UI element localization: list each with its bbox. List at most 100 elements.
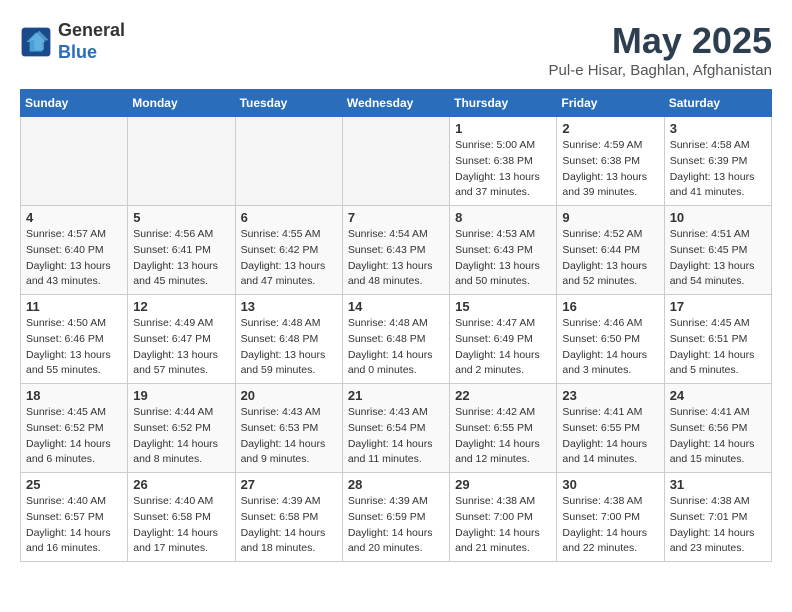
day-number: 12 [133, 299, 229, 314]
weekday-header-row: SundayMondayTuesdayWednesdayThursdayFrid… [21, 90, 772, 117]
calendar-day-cell: 31 Sunrise: 4:38 AM Sunset: 7:01 PM Dayli… [664, 473, 771, 562]
day-info: Sunrise: 4:46 AM Sunset: 6:50 PM Dayligh… [562, 316, 658, 379]
calendar-day-cell: 14 Sunrise: 4:48 AM Sunset: 6:48 PM Dayli… [342, 295, 449, 384]
calendar-title: May 2025 [549, 20, 772, 62]
day-number: 5 [133, 210, 229, 225]
day-number: 18 [26, 388, 122, 403]
calendar-day-cell: 16 Sunrise: 4:46 AM Sunset: 6:50 PM Dayli… [557, 295, 664, 384]
day-info: Sunrise: 4:45 AM Sunset: 6:51 PM Dayligh… [670, 316, 766, 379]
day-number: 3 [670, 121, 766, 136]
weekday-header: Friday [557, 90, 664, 117]
weekday-header: Wednesday [342, 90, 449, 117]
logo-icon [20, 26, 52, 58]
calendar-week-row: 18Sunrise: 4:45 AM Sunset: 6:52 PM Dayli… [21, 384, 772, 473]
day-number: 9 [562, 210, 658, 225]
day-number: 4 [26, 210, 122, 225]
day-number: 21 [348, 388, 444, 403]
day-number: 17 [670, 299, 766, 314]
calendar-day-cell: 19 Sunrise: 4:44 AM Sunset: 6:52 PM Dayli… [128, 384, 235, 473]
calendar-day-cell: 23 Sunrise: 4:41 AM Sunset: 6:55 PM Dayli… [557, 384, 664, 473]
day-info: Sunrise: 4:48 AM Sunset: 6:48 PM Dayligh… [348, 316, 444, 379]
day-info: Sunrise: 4:39 AM Sunset: 6:58 PM Dayligh… [241, 494, 337, 557]
calendar-day-cell [128, 117, 235, 206]
calendar-day-cell: 26 Sunrise: 4:40 AM Sunset: 6:58 PM Dayli… [128, 473, 235, 562]
day-number: 22 [455, 388, 551, 403]
day-info: Sunrise: 4:55 AM Sunset: 6:42 PM Dayligh… [241, 227, 337, 290]
day-number: 13 [241, 299, 337, 314]
calendar-day-cell: 7Sunrise: 4:54 AM Sunset: 6:43 PM Daylig… [342, 206, 449, 295]
day-info: Sunrise: 4:52 AM Sunset: 6:44 PM Dayligh… [562, 227, 658, 290]
calendar-day-cell: 25Sunrise: 4:40 AM Sunset: 6:57 PM Dayli… [21, 473, 128, 562]
day-number: 19 [133, 388, 229, 403]
day-info: Sunrise: 4:44 AM Sunset: 6:52 PM Dayligh… [133, 405, 229, 468]
calendar-day-cell: 12 Sunrise: 4:49 AM Sunset: 6:47 PM Dayli… [128, 295, 235, 384]
day-number: 29 [455, 477, 551, 492]
day-info: Sunrise: 4:38 AM Sunset: 7:00 PM Dayligh… [455, 494, 551, 557]
day-info: Sunrise: 4:49 AM Sunset: 6:47 PM Dayligh… [133, 316, 229, 379]
logo-text: General Blue [58, 20, 125, 63]
day-info: Sunrise: 4:43 AM Sunset: 6:53 PM Dayligh… [241, 405, 337, 468]
day-info: Sunrise: 4:40 AM Sunset: 6:58 PM Dayligh… [133, 494, 229, 557]
day-info: Sunrise: 4:56 AM Sunset: 6:41 PM Dayligh… [133, 227, 229, 290]
day-info: Sunrise: 4:39 AM Sunset: 6:59 PM Dayligh… [348, 494, 444, 557]
logo: General Blue [20, 20, 125, 63]
weekday-header: Saturday [664, 90, 771, 117]
calendar-day-cell [235, 117, 342, 206]
day-number: 14 [348, 299, 444, 314]
weekday-header: Thursday [450, 90, 557, 117]
calendar-day-cell: 15 Sunrise: 4:47 AM Sunset: 6:49 PM Dayli… [450, 295, 557, 384]
day-info: Sunrise: 4:59 AM Sunset: 6:38 PM Dayligh… [562, 138, 658, 201]
day-number: 15 [455, 299, 551, 314]
day-info: Sunrise: 4:50 AM Sunset: 6:46 PM Dayligh… [26, 316, 122, 379]
day-info: Sunrise: 4:41 AM Sunset: 6:55 PM Dayligh… [562, 405, 658, 468]
logo-blue: Blue [58, 42, 125, 64]
calendar-day-cell: 11 Sunrise: 4:50 AM Sunset: 6:46 PM Dayli… [21, 295, 128, 384]
day-number: 26 [133, 477, 229, 492]
day-info: Sunrise: 4:41 AM Sunset: 6:56 PM Dayligh… [670, 405, 766, 468]
calendar-header: SundayMondayTuesdayWednesdayThursdayFrid… [21, 90, 772, 117]
calendar-day-cell [21, 117, 128, 206]
day-number: 6 [241, 210, 337, 225]
day-number: 23 [562, 388, 658, 403]
calendar-day-cell: 6 Sunrise: 4:55 AM Sunset: 6:42 PM Daylig… [235, 206, 342, 295]
calendar-week-row: 11 Sunrise: 4:50 AM Sunset: 6:46 PM Dayli… [21, 295, 772, 384]
day-info: Sunrise: 4:42 AM Sunset: 6:55 PM Dayligh… [455, 405, 551, 468]
day-number: 7 [348, 210, 444, 225]
calendar-day-cell: 3 Sunrise: 4:58 AM Sunset: 6:39 PM Daylig… [664, 117, 771, 206]
day-number: 2 [562, 121, 658, 136]
day-number: 16 [562, 299, 658, 314]
weekday-header: Sunday [21, 90, 128, 117]
day-info: Sunrise: 4:58 AM Sunset: 6:39 PM Dayligh… [670, 138, 766, 201]
calendar-day-cell: 24 Sunrise: 4:41 AM Sunset: 6:56 PM Dayli… [664, 384, 771, 473]
day-info: Sunrise: 4:51 AM Sunset: 6:45 PM Dayligh… [670, 227, 766, 290]
day-number: 28 [348, 477, 444, 492]
calendar-day-cell: 22 Sunrise: 4:42 AM Sunset: 6:55 PM Dayli… [450, 384, 557, 473]
day-number: 8 [455, 210, 551, 225]
title-block: May 2025 Pul-e Hisar, Baghlan, Afghanist… [549, 20, 772, 79]
calendar-week-row: 1Sunrise: 5:00 AM Sunset: 6:38 PM Daylig… [21, 117, 772, 206]
day-number: 10 [670, 210, 766, 225]
calendar-table: SundayMondayTuesdayWednesdayThursdayFrid… [20, 89, 772, 562]
day-number: 31 [670, 477, 766, 492]
day-info: Sunrise: 4:53 AM Sunset: 6:43 PM Dayligh… [455, 227, 551, 290]
calendar-day-cell: 13Sunrise: 4:48 AM Sunset: 6:48 PM Dayli… [235, 295, 342, 384]
day-info: Sunrise: 4:47 AM Sunset: 6:49 PM Dayligh… [455, 316, 551, 379]
logo-general: General [58, 20, 125, 42]
calendar-week-row: 4Sunrise: 4:57 AM Sunset: 6:40 PM Daylig… [21, 206, 772, 295]
page-header: General Blue May 2025 Pul-e Hisar, Baghl… [20, 20, 772, 79]
day-info: Sunrise: 4:38 AM Sunset: 7:00 PM Dayligh… [562, 494, 658, 557]
calendar-day-cell: 10 Sunrise: 4:51 AM Sunset: 6:45 PM Dayli… [664, 206, 771, 295]
weekday-header: Tuesday [235, 90, 342, 117]
calendar-day-cell: 2 Sunrise: 4:59 AM Sunset: 6:38 PM Daylig… [557, 117, 664, 206]
calendar-day-cell: 29 Sunrise: 4:38 AM Sunset: 7:00 PM Dayli… [450, 473, 557, 562]
calendar-location: Pul-e Hisar, Baghlan, Afghanistan [549, 62, 772, 79]
day-number: 11 [26, 299, 122, 314]
day-info: Sunrise: 4:38 AM Sunset: 7:01 PM Dayligh… [670, 494, 766, 557]
calendar-day-cell [342, 117, 449, 206]
day-number: 1 [455, 121, 551, 136]
calendar-day-cell: 27Sunrise: 4:39 AM Sunset: 6:58 PM Dayli… [235, 473, 342, 562]
day-number: 25 [26, 477, 122, 492]
day-number: 24 [670, 388, 766, 403]
calendar-day-cell: 4Sunrise: 4:57 AM Sunset: 6:40 PM Daylig… [21, 206, 128, 295]
calendar-body: 1Sunrise: 5:00 AM Sunset: 6:38 PM Daylig… [21, 117, 772, 562]
